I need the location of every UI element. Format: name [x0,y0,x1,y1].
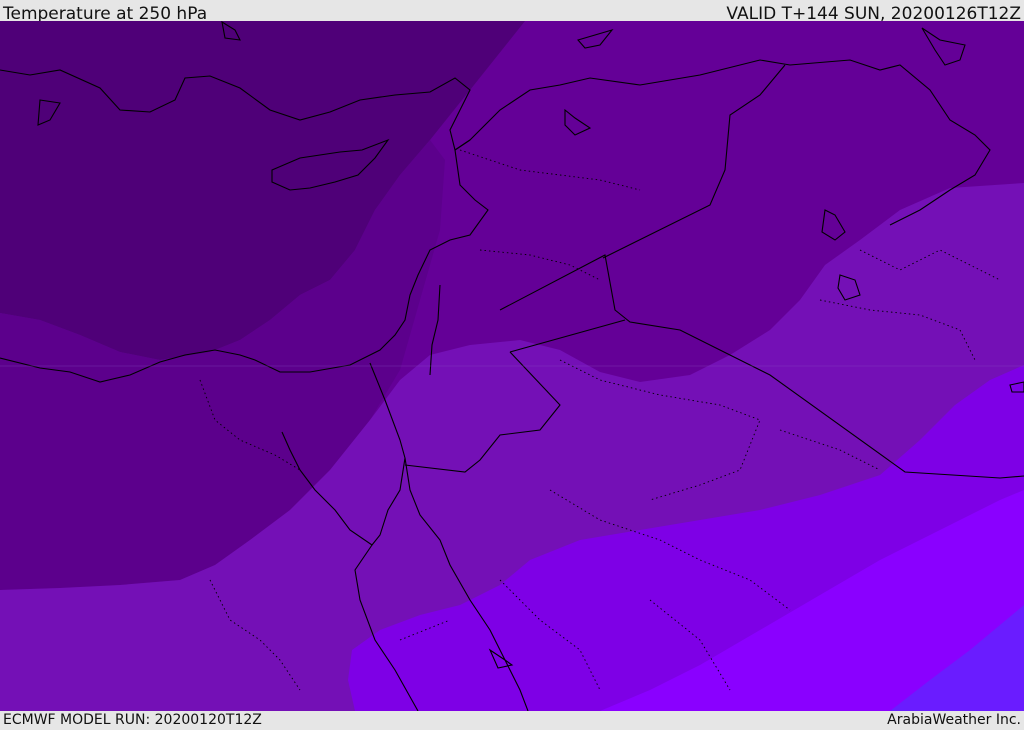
temperature-map [0,21,1024,711]
header-bar: Temperature at 250 hPa VALID T+144 SUN, … [0,0,1024,24]
footer-bar: ECMWF MODEL RUN: 20200120T12Z ArabiaWeat… [0,711,1024,729]
model-run-label: ECMWF MODEL RUN: 20200120T12Z [3,712,262,728]
credit-label: ArabiaWeather Inc. [887,712,1021,728]
